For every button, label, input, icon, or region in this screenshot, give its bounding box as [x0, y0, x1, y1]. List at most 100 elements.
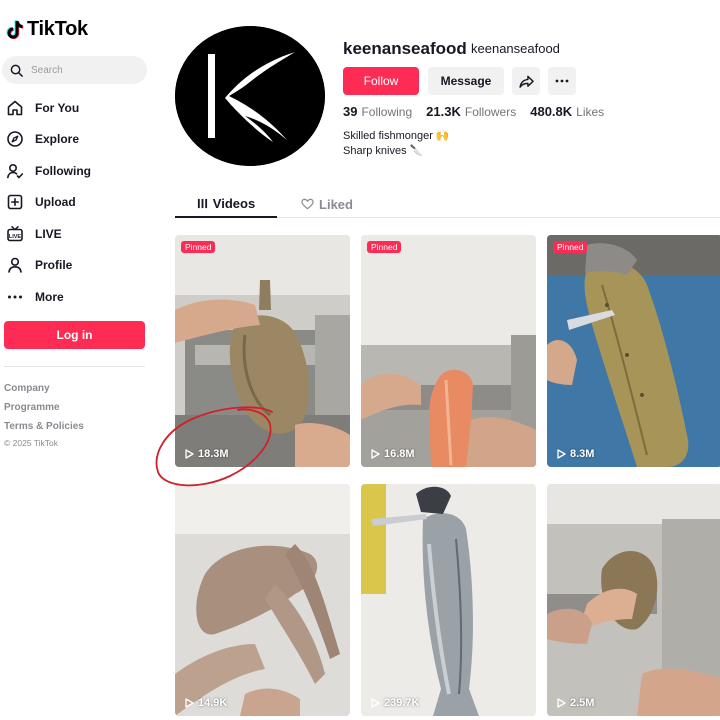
sidebar-item-profile[interactable]: Profile	[6, 250, 156, 282]
sidebar-item-explore[interactable]: Explore	[6, 124, 156, 156]
sidebar-item-label: Profile	[35, 258, 73, 273]
video-thumbnail	[361, 484, 536, 716]
more-dots-icon	[555, 79, 569, 83]
profile-bio: Skilled fishmonger 🙌 Sharp knives 🔪	[343, 129, 450, 159]
footer-link-terms[interactable]: Terms & Policies	[4, 417, 84, 436]
view-count: 239.7K	[371, 697, 419, 709]
sidebar-footer: Company Programme Terms & Policies © 202…	[4, 379, 84, 450]
play-icon	[371, 449, 380, 459]
more-options-button[interactable]	[548, 67, 576, 95]
profile-avatar[interactable]	[175, 26, 325, 166]
person-icon	[6, 256, 24, 274]
heart-lock-icon	[301, 198, 314, 210]
video-card[interactable]: Pinned 8.3M	[547, 235, 720, 467]
video-card[interactable]: 14.9K	[175, 484, 350, 716]
login-button[interactable]: Log in	[4, 321, 145, 349]
footer-link-company[interactable]: Company	[4, 379, 84, 398]
view-count-text: 16.8M	[384, 448, 415, 460]
search-icon	[10, 64, 23, 77]
profile-stats: 39 Following 21.3K Followers 480.8K Like…	[343, 104, 604, 119]
message-button[interactable]: Message	[428, 67, 504, 95]
sidebar-divider	[4, 366, 145, 367]
tab-videos[interactable]: Videos	[175, 190, 277, 218]
video-card[interactable]: Pinned 18.3M	[175, 235, 350, 467]
followers-label: Followers	[464, 105, 517, 119]
sidebar-item-following[interactable]: Following	[6, 155, 156, 187]
video-card[interactable]: 2.5M	[547, 484, 720, 716]
footer-link-programme[interactable]: Programme	[4, 398, 84, 417]
grid-icon	[197, 198, 207, 208]
likes-count: 480.8K	[530, 104, 573, 119]
video-thumbnail	[547, 484, 720, 716]
keenan-logo	[175, 26, 325, 166]
following-count: 39	[343, 104, 358, 119]
stat-following[interactable]: 39 Following	[343, 104, 412, 119]
tab-liked[interactable]: Liked	[287, 190, 367, 218]
svg-text:LIVE: LIVE	[9, 234, 22, 240]
video-card[interactable]: 239.7K	[361, 484, 536, 716]
tab-videos-label: Videos	[212, 195, 256, 211]
following-icon	[6, 162, 24, 180]
sidebar-item-label: More	[35, 289, 64, 304]
play-icon	[371, 698, 380, 708]
view-count: 16.8M	[371, 448, 415, 460]
sidebar-item-label: For You	[35, 100, 80, 115]
view-count: 18.3M	[185, 448, 229, 460]
search-input[interactable]	[31, 64, 131, 76]
bio-line: Sharp knives 🔪	[343, 145, 424, 157]
sidebar-item-label: Upload	[35, 195, 76, 210]
more-dots-icon	[6, 288, 24, 306]
profile-tabs: Videos Liked	[175, 190, 720, 218]
likes-label: Likes	[576, 105, 605, 119]
share-button[interactable]	[512, 67, 540, 95]
home-icon	[6, 99, 24, 117]
sidebar-item-more[interactable]: More	[6, 281, 156, 313]
stat-followers[interactable]: 21.3K Followers	[426, 104, 516, 119]
play-icon	[557, 449, 566, 459]
followers-count: 21.3K	[426, 104, 461, 119]
view-count: 2.5M	[557, 697, 594, 709]
play-icon	[557, 698, 566, 708]
video-thumbnail	[175, 235, 350, 467]
pinned-badge: Pinned	[553, 241, 588, 253]
view-count-text: 8.3M	[570, 448, 595, 460]
video-thumbnail	[547, 235, 720, 467]
footer-copyright: © 2025 TikTok	[4, 438, 58, 448]
sidebar-item-label: Following	[35, 163, 91, 178]
sidebar-item-for-you[interactable]: For You	[6, 92, 156, 124]
sidebar-item-label: Explore	[35, 132, 80, 147]
pinned-badge: Pinned	[367, 241, 402, 253]
compass-icon	[6, 130, 24, 148]
sidebar-item-label: LIVE	[35, 226, 62, 241]
sidebar-nav: For You Explore Following Upload LIVE LI…	[6, 92, 156, 313]
pinned-badge: Pinned	[181, 241, 216, 253]
video-thumbnail	[175, 484, 350, 716]
sidebar: TikTok For You Explore Following	[0, 0, 160, 720]
video-thumbnail	[361, 235, 536, 467]
following-label: Following	[361, 105, 413, 119]
logo-wordmark: TikTok	[27, 18, 88, 40]
tab-liked-label: Liked	[319, 196, 353, 212]
play-icon	[185, 698, 194, 708]
view-count-text: 2.5M	[570, 697, 595, 709]
tiktok-logo[interactable]: TikTok	[6, 18, 88, 41]
view-count: 14.9K	[185, 697, 227, 709]
plus-box-icon	[6, 193, 24, 211]
profile-username: keenanseafood	[343, 39, 467, 58]
view-count: 8.3M	[557, 448, 594, 460]
view-count-text: 14.9K	[198, 697, 228, 709]
share-icon	[518, 75, 534, 88]
profile-nickname: keenanseafood	[471, 41, 560, 56]
video-card[interactable]: Pinned 16.8M	[361, 235, 536, 467]
stat-likes: 480.8K Likes	[530, 104, 604, 119]
view-count-text: 18.3M	[198, 448, 229, 460]
live-icon: LIVE	[6, 225, 24, 243]
sidebar-item-upload[interactable]: Upload	[6, 187, 156, 219]
sidebar-item-live[interactable]: LIVE LIVE	[6, 218, 156, 250]
bio-line: Skilled fishmonger 🙌	[343, 130, 450, 142]
play-icon	[185, 449, 194, 459]
follow-button[interactable]: Follow	[343, 67, 419, 95]
view-count-text: 239.7K	[384, 697, 420, 709]
tiktok-logo-icon	[6, 19, 24, 39]
search-bar[interactable]	[2, 56, 147, 84]
